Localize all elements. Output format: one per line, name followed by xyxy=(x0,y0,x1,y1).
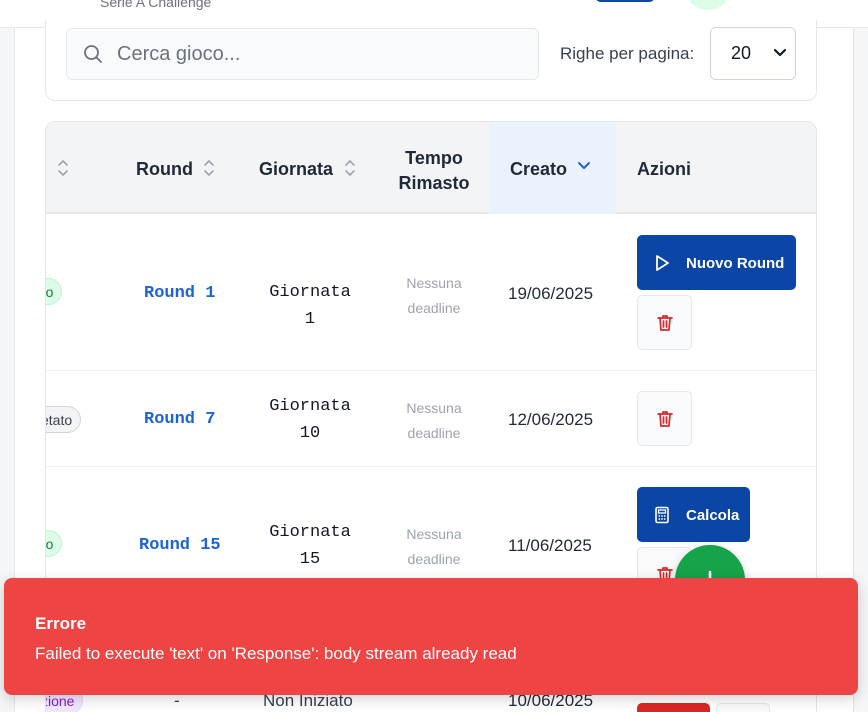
created-date: 11/06/2025 xyxy=(508,536,592,555)
column-header-giornata[interactable]: Giornata xyxy=(259,159,333,180)
trash-icon xyxy=(657,411,673,427)
deadline-cell: Nessuna deadline xyxy=(406,400,462,441)
created-date: 19/06/2025 xyxy=(508,284,594,303)
table-row: ro Round 1 Giornata 1 Nessuna deadline 1… xyxy=(46,215,816,371)
new-round-label: Nuovo Round xyxy=(686,255,785,272)
round-link[interactable]: Round 1 xyxy=(144,284,215,303)
sort-icon[interactable] xyxy=(344,159,356,177)
calculator-icon xyxy=(655,506,669,524)
delete-button[interactable] xyxy=(716,703,770,712)
giornata-cell: Giornata 1 xyxy=(269,283,351,329)
new-round-button[interactable]: Nuovo Round xyxy=(637,235,796,290)
search-icon xyxy=(84,45,102,63)
column-header-azioni: Azioni xyxy=(637,159,691,179)
toast-message: Failed to execute 'text' on 'Response': … xyxy=(35,644,517,663)
rows-per-page-label: Righe per pagina: xyxy=(560,44,695,63)
table-row: etato Round 7 Giornata 10 Nessuna deadli… xyxy=(46,371,816,467)
status-badge: ro xyxy=(46,278,63,305)
sort-icon[interactable] xyxy=(203,159,215,177)
toast-title: Errore xyxy=(35,614,87,633)
created-date: 12/06/2025 xyxy=(508,410,594,429)
round-link[interactable]: Round 15 xyxy=(139,536,221,555)
error-toast[interactable]: Errore Failed to execute 'text' on 'Resp… xyxy=(4,578,858,695)
calcola-label: Calcola xyxy=(686,507,740,524)
app-subtitle: Serie A Challenge xyxy=(100,0,212,10)
avatar[interactable] xyxy=(686,0,730,10)
trash-icon xyxy=(657,315,673,331)
calcola-button[interactable]: Calcola xyxy=(637,487,750,542)
giornata-cell: Giornata 15 xyxy=(269,523,351,569)
round-link[interactable]: Round 7 xyxy=(144,410,215,429)
rows-per-page-select[interactable]: 20 xyxy=(710,27,796,80)
search-box[interactable] xyxy=(66,28,539,80)
status-badge: ro xyxy=(46,530,63,557)
play-icon xyxy=(656,255,669,271)
delete-button[interactable] xyxy=(637,391,692,446)
chevron-down-icon[interactable] xyxy=(577,161,591,171)
rows-per-page-value: 20 xyxy=(731,43,752,63)
deadline-cell: Nessuna deadline xyxy=(406,526,462,567)
column-header-creato[interactable]: Creato xyxy=(510,159,567,180)
giornata-cell: Giornata 10 xyxy=(269,397,351,443)
column-header-round[interactable]: Round xyxy=(136,159,193,180)
status-badge: etato xyxy=(46,406,82,433)
action-button[interactable] xyxy=(637,703,710,712)
search-input[interactable] xyxy=(117,39,517,69)
deadline-cell: Nessuna deadline xyxy=(406,275,462,316)
table-header: Round Giornata Tempo Rimasto Creato Azio… xyxy=(46,122,816,214)
sort-icon[interactable] xyxy=(57,159,69,177)
header-button[interactable] xyxy=(595,0,655,2)
delete-button[interactable] xyxy=(637,295,692,350)
chevron-down-icon xyxy=(773,48,787,57)
column-header-tempo-rimasto: Tempo Rimasto xyxy=(398,148,470,193)
